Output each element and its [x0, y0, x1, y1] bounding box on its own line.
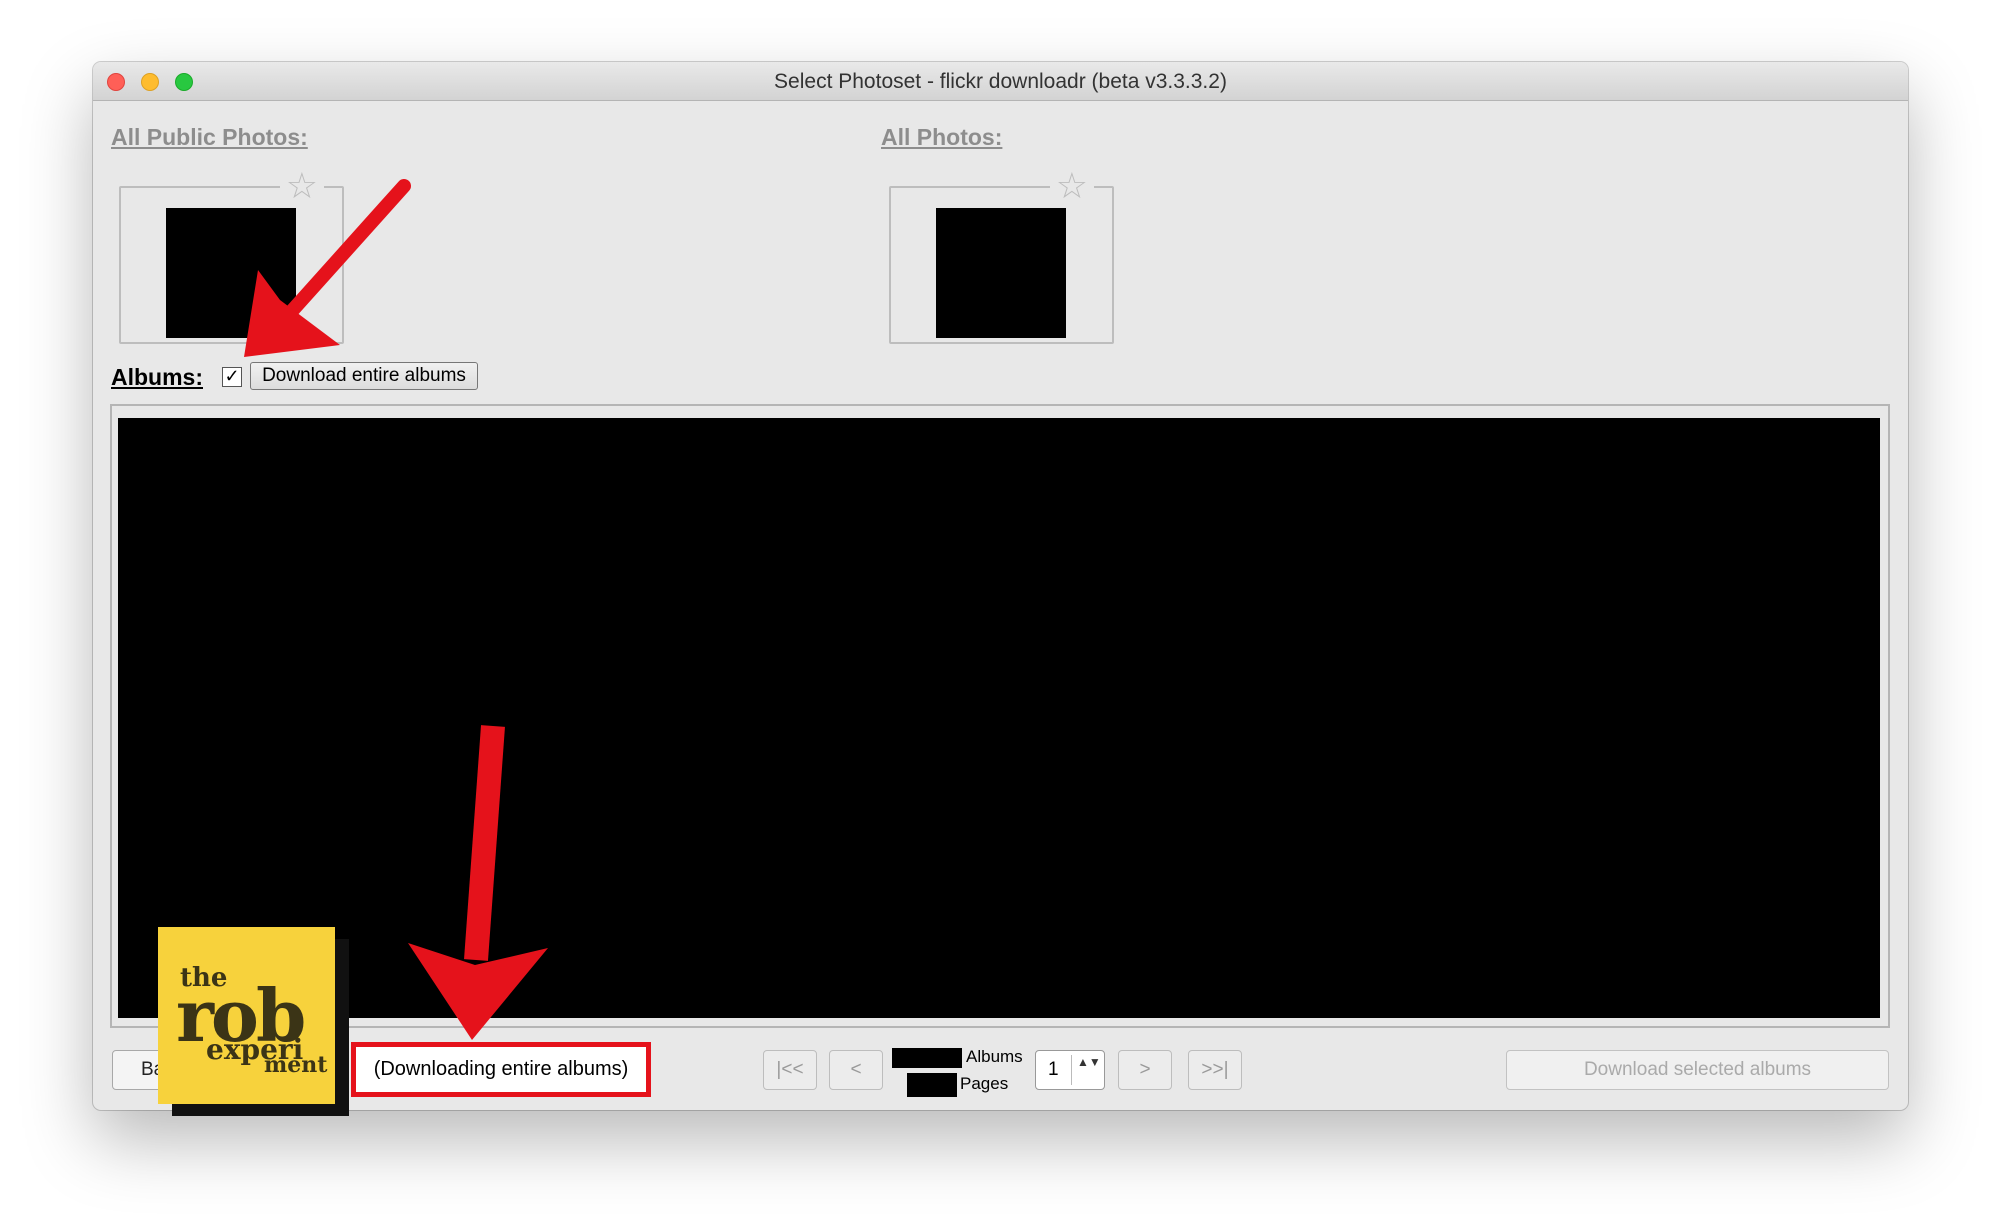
albums-count-redacted	[892, 1048, 962, 1068]
first-page-button[interactable]: |<<	[763, 1050, 817, 1090]
download-entire-albums-button[interactable]: Download entire albums	[250, 362, 478, 390]
title-bar[interactable]: Select Photoset - flickr downloadr (beta…	[93, 62, 1908, 101]
app-window: Select Photoset - flickr downloadr (beta…	[93, 62, 1908, 1110]
window-title: Select Photoset - flickr downloadr (beta…	[774, 70, 1227, 93]
pages-count-redacted	[907, 1073, 957, 1097]
next-page-button[interactable]: >	[1118, 1050, 1172, 1090]
last-page-button[interactable]: >>|	[1188, 1050, 1242, 1090]
previous-page-button[interactable]: <	[829, 1050, 883, 1090]
all-public-photos-link[interactable]: All Public Photos:	[111, 124, 308, 151]
stepper-arrows-icon[interactable]: ▲▼	[1077, 1056, 1101, 1069]
stepper-divider	[1071, 1055, 1072, 1085]
pages-count-label: Pages	[960, 1074, 1009, 1093]
star-icon[interactable]: ☆	[279, 166, 324, 206]
download-status-text: (Downloading entire albums)	[351, 1042, 651, 1097]
logo-text-ment: ment	[264, 1052, 328, 1078]
download-selected-albums-button[interactable]: Download selected albums	[1506, 1050, 1889, 1090]
albums-heading: Albums:	[111, 364, 203, 390]
public-photos-thumbnail[interactable]: ☆	[119, 166, 344, 344]
albums-list-redacted[interactable]	[118, 418, 1880, 1018]
all-photos-link[interactable]: All Photos:	[881, 124, 1002, 151]
page-number-value[interactable]: 1	[1048, 1051, 1059, 1089]
all-photos-thumbnail[interactable]: ☆	[889, 166, 1114, 344]
page-number-stepper[interactable]: 1 ▲▼	[1035, 1050, 1105, 1090]
star-icon[interactable]: ☆	[1049, 166, 1094, 206]
albums-list-panel	[110, 404, 1890, 1028]
all-photos-preview-image	[936, 208, 1066, 338]
public-photos-preview-image	[166, 208, 296, 338]
albums-count-label: Albums	[966, 1047, 1023, 1066]
the-rob-experiment-logo: the rob experi ment	[158, 927, 335, 1104]
download-entire-albums-checkbox[interactable]: ✓	[222, 367, 242, 387]
